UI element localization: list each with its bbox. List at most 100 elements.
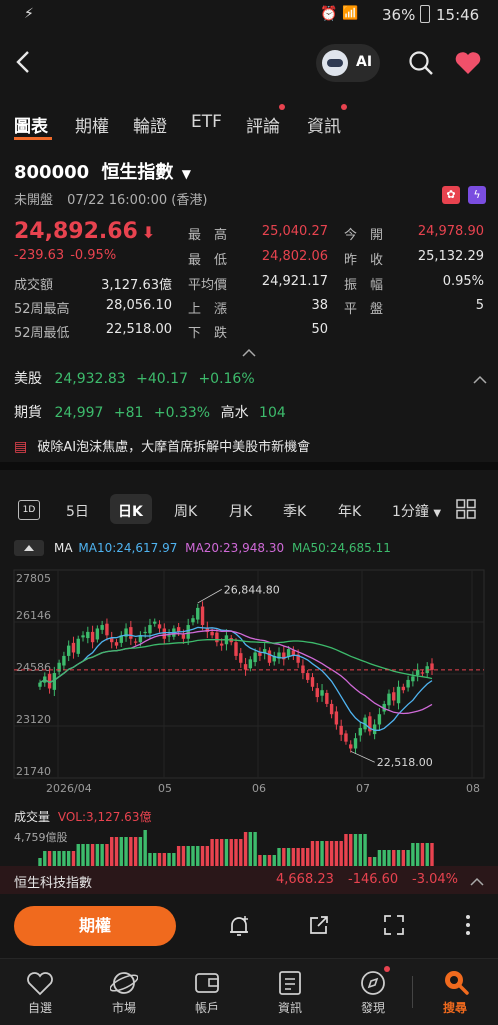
volume-bar [253,832,257,868]
volume-bar [248,832,253,868]
nav-discover[interactable]: 發現 [343,999,403,1016]
volume-bar [191,846,195,868]
volume-bar [329,841,334,868]
high-label: 最 高 [188,228,228,243]
volume-bar [344,834,348,868]
period-quarterly-k[interactable]: 季K [283,501,306,521]
tab-comments-badge [279,104,285,110]
candle-body [415,669,420,676]
volume-bar [114,837,119,868]
candle-body [148,625,152,634]
candle-body [153,621,157,624]
candle-body [196,607,200,620]
period-daily-k[interactable]: 日K [118,501,143,521]
candle-body [344,733,348,742]
discover-badge [384,966,390,972]
volume-bar [282,848,286,868]
ma-legend: MA MA10:24,617.97 MA20:23,948.30 MA50:24… [54,541,391,555]
search-icon[interactable] [408,50,434,80]
back-icon[interactable] [14,50,34,74]
turnover-label: 成交額 [14,278,54,293]
decliners-value: 50 [311,322,328,337]
candle-body [38,682,42,687]
tech-index-bar[interactable]: 恒生科技指數 4,668.23 -146.60 -3.04% [0,866,498,894]
nav-account[interactable]: 帳戶 [177,999,237,1016]
nav-news[interactable]: 資訊 [260,999,320,1016]
grid-layout-icon[interactable] [456,499,476,523]
news-row[interactable]: ▤ 破除AI泡沫焦慮，大摩首席拆解中美股市新機會 [14,436,310,455]
volume-bar [286,848,291,868]
share-icon[interactable] [308,914,330,940]
tab-chart[interactable]: 圖表 [14,112,48,137]
ai-button[interactable]: AI [316,44,380,82]
fullscreen-icon[interactable] [384,915,404,939]
us-row-chevron-icon[interactable] [473,370,487,389]
volume-bar [196,846,200,868]
volume-bar [310,841,315,868]
collapse-chevron-icon[interactable] [242,343,256,362]
candle-body [411,676,415,682]
y-tick-label: 21740 [16,765,51,778]
futures-row[interactable]: 期貨 24,997 +81 +0.33% 高水 104 [14,402,286,422]
nav-market[interactable]: 市場 [94,999,154,1016]
tech-index-value: 4,668.23 [276,872,334,887]
period-weekly-k[interactable]: 周K [174,501,197,521]
battery-percent: 36% [382,6,416,24]
tech-index-chevron-icon[interactable] [470,872,484,891]
us-market-row[interactable]: 美股 24,932.83 +40.17 +0.16% [14,368,255,388]
amplitude-label: 振 幅 [344,278,384,293]
volume-bar [90,844,95,868]
nav-search[interactable]: 搜尋 [425,999,485,1016]
tab-news[interactable]: 資訊 [307,112,341,137]
volume-bar [186,846,190,868]
one-day-icon[interactable]: 1D [18,500,40,520]
y-tick-label: 24586 [16,661,51,674]
stock-title[interactable]: 800000 恒生指數 ▼ [14,158,191,184]
tab-warrants[interactable]: 輪證 [133,112,167,137]
favorite-heart-icon[interactable] [454,50,482,80]
wifi-icon: 📶 [342,6,359,21]
ma-toggle-button[interactable] [14,540,44,556]
volume-bar [349,834,353,868]
nav-watchlist[interactable]: 自選 [10,999,70,1016]
search-nav-icon[interactable] [442,968,470,1000]
options-button[interactable]: 期權 [14,906,176,946]
volume-bar [229,839,233,868]
candle-body [105,623,109,636]
tech-index-change: -146.60 [348,872,399,887]
volume-bar [315,841,319,868]
candle-body [320,690,324,696]
tab-options[interactable]: 期權 [75,112,109,137]
volume-bar [363,834,367,868]
account-icon[interactable] [194,971,220,999]
volume-bar [301,848,305,868]
add-alert-icon[interactable] [228,914,250,942]
volume-bar [181,846,186,868]
period-yearly-k[interactable]: 年K [338,501,361,521]
high-annotation-leader [197,589,222,604]
tab-comments[interactable]: 評論 [246,112,280,137]
candlestick-chart[interactable]: 27805 26146 24586 23120 21740 2026/04 05 06 07 08… [0,560,498,800]
candle-body [420,672,425,674]
candle-body [162,628,166,639]
market-icon[interactable] [109,970,139,1000]
candle-body [253,652,257,663]
open-label: 今 開 [344,228,384,243]
volume-bar [296,848,300,868]
volume-bar [306,848,310,868]
x-tick-label: 07 [356,782,370,795]
advancers-label: 上 漲 [188,302,228,317]
candle-body [71,642,76,653]
wk52-high-value: 28,056.10 [105,298,172,313]
more-options-icon[interactable] [464,914,472,940]
discover-icon[interactable] [360,970,386,1000]
lightning-icon[interactable]: ϟ [468,186,486,204]
period-monthly-k[interactable]: 月K [229,501,252,521]
period-1min[interactable]: 1分鐘 ▼ [392,501,441,521]
news-nav-icon[interactable] [278,970,302,1000]
period-5day[interactable]: 5日 [66,501,89,521]
watchlist-icon[interactable] [26,972,54,1000]
battery-icon [420,5,430,23]
volume-bar [291,848,296,868]
tab-etf[interactable]: ETF [191,112,222,132]
